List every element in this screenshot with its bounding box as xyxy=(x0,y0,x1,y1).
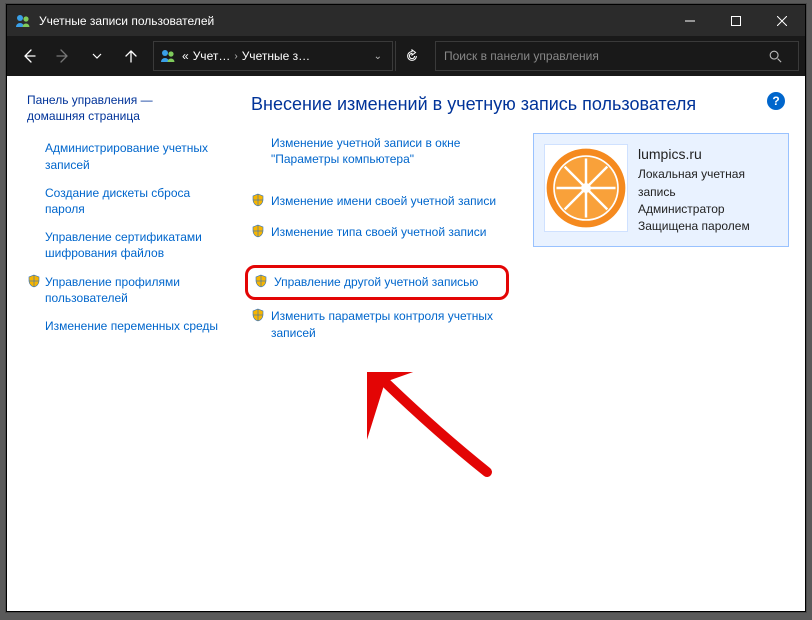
sidebar-item-manage-certs[interactable]: Управление сертификатами шифрования файл… xyxy=(27,229,219,261)
shield-icon xyxy=(27,274,45,291)
nav-recent-dropdown[interactable] xyxy=(81,41,113,71)
shield-icon xyxy=(251,308,271,325)
breadcrumb-icon xyxy=(160,48,176,64)
link-change-name[interactable]: Изменение имени своей учетной записи xyxy=(251,191,509,212)
breadcrumb-segment-2[interactable]: Учетные з… xyxy=(242,49,310,63)
nav-back-button[interactable] xyxy=(13,41,45,71)
search-box[interactable] xyxy=(435,41,799,71)
shield-icon xyxy=(251,193,271,210)
sidebar-item-label: Администрирование учетных записей xyxy=(45,140,219,172)
link-label: Изменение имени своей учетной записи xyxy=(271,193,496,209)
current-user-card[interactable]: lumpics.ru Локальная учетная запись Адми… xyxy=(533,133,789,247)
sidebar-item-user-profiles[interactable]: Управление профилями пользователей xyxy=(27,274,219,306)
nav-forward-button[interactable] xyxy=(47,41,79,71)
user-accounts-app-icon xyxy=(15,13,31,29)
sidebar-item-env-vars[interactable]: Изменение переменных среды xyxy=(27,318,219,334)
sidebar-home-line2: домашняя страница xyxy=(27,109,140,123)
control-panel-home-link[interactable]: Панель управления — домашняя страница xyxy=(27,92,219,124)
link-label: Управление другой учетной записью xyxy=(274,274,478,290)
sidebar-item-label: Управление сертификатами шифрования файл… xyxy=(45,229,219,261)
sidebar-item-password-reset-disk[interactable]: Создание дискеты сброса пароля xyxy=(27,185,219,217)
search-input[interactable] xyxy=(444,49,760,63)
navbar: « Учет… › Учетные з… ⌄ xyxy=(7,36,805,76)
avatar xyxy=(544,144,628,232)
shield-icon xyxy=(254,274,274,291)
main-panel: ? Внесение изменений в учетную запись по… xyxy=(229,76,805,611)
link-label: Изменить параметры контроля учетных запи… xyxy=(271,308,509,340)
actions-block: Изменение учетной записи в окне "Парамет… xyxy=(251,133,789,353)
user-protection: Защищена паролем xyxy=(638,218,778,235)
breadcrumb-segment-1[interactable]: Учет… xyxy=(193,49,231,63)
maximize-button[interactable] xyxy=(713,5,759,36)
sidebar-item-label: Управление профилями пользователей xyxy=(45,274,219,306)
shield-icon xyxy=(251,224,271,241)
chevron-right-icon: › xyxy=(234,51,237,62)
search-icon[interactable] xyxy=(760,42,790,70)
action-links: Изменение учетной записи в окне "Парамет… xyxy=(251,133,509,353)
link-change-type[interactable]: Изменение типа своей учетной записи xyxy=(251,222,509,243)
nav-up-button[interactable] xyxy=(115,41,147,71)
sidebar-item-label: Создание дискеты сброса пароля xyxy=(45,185,219,217)
titlebar: Учетные записи пользователей xyxy=(7,5,805,36)
link-change-account-pc-settings[interactable]: Изменение учетной записи в окне "Парамет… xyxy=(251,133,509,169)
content-area: Панель управления — домашняя страница Ад… xyxy=(7,76,805,611)
user-name: lumpics.ru xyxy=(638,144,778,164)
link-uac-settings[interactable]: Изменить параметры контроля учетных запи… xyxy=(251,306,509,342)
close-button[interactable] xyxy=(759,5,805,36)
sidebar-item-admin-accounts[interactable]: Администрирование учетных записей xyxy=(27,140,219,172)
breadcrumb-dropdown-icon[interactable]: ⌄ xyxy=(368,51,388,62)
page-title: Внесение изменений в учетную запись поль… xyxy=(251,94,789,115)
sidebar-item-label: Изменение переменных среды xyxy=(45,318,218,334)
breadcrumb[interactable]: « Учет… › Учетные з… ⌄ xyxy=(153,41,393,71)
user-account-type: Локальная учетная запись xyxy=(638,166,778,201)
sidebar-home-line1: Панель управления — xyxy=(27,93,153,107)
sidebar: Панель управления — домашняя страница Ад… xyxy=(7,76,229,611)
minimize-button[interactable] xyxy=(667,5,713,36)
link-manage-other-account[interactable]: Управление другой учетной записью xyxy=(245,265,509,300)
help-icon[interactable]: ? xyxy=(767,92,785,110)
breadcrumb-prefix: « xyxy=(182,49,189,63)
window-title: Учетные записи пользователей xyxy=(39,14,214,28)
link-label: Изменение учетной записи в окне "Парамет… xyxy=(271,135,509,167)
user-role: Администратор xyxy=(638,201,778,218)
link-label: Изменение типа своей учетной записи xyxy=(271,224,486,240)
refresh-button[interactable] xyxy=(395,41,427,71)
window: Учетные записи пользователей xyxy=(6,4,806,612)
user-info: lumpics.ru Локальная учетная запись Адми… xyxy=(638,144,778,236)
